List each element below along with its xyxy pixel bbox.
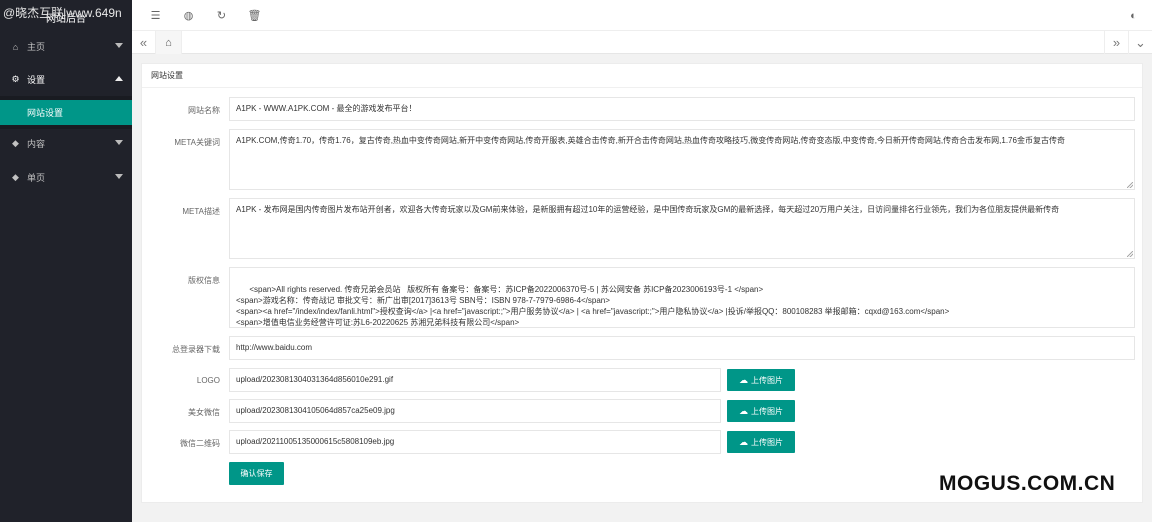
field-label: 版权信息	[188, 276, 220, 285]
sidebar-item-pages[interactable]: ◆ 单页	[0, 161, 132, 194]
topbar: ☰ ◍ ↻ 🗑 ◐	[132, 0, 1152, 31]
sidebar-item-content[interactable]: ◆ 内容	[0, 127, 132, 160]
tab-home[interactable]: ⌂	[156, 31, 182, 54]
tabs-menu-chevron-icon[interactable]: ⌄	[1128, 31, 1152, 54]
launcher-download-input[interactable]: http://www.baidu.com	[229, 336, 1135, 360]
upload-button-label: 上传图片	[751, 375, 783, 385]
upload-button-label: 上传图片	[751, 406, 783, 416]
globe-icon[interactable]: ◍	[182, 9, 195, 22]
cloud-upload-icon: ☁	[739, 374, 748, 385]
diamond-icon: ◆	[12, 172, 19, 182]
trash-icon[interactable]: 🗑	[248, 9, 262, 22]
meta-description-text: A1PK - 发布网是国内传奇图片发布站开创者，欢迎各大传奇玩家以及GM前来体验…	[236, 205, 1060, 214]
meta-description-textarea[interactable]: A1PK - 发布网是国内传奇图片发布站开创者，欢迎各大传奇玩家以及GM前来体验…	[229, 198, 1135, 259]
upload-wechat-image-button[interactable]: ☁ 上传图片	[727, 400, 795, 422]
meta-keywords-textarea[interactable]: A1PK.COM,传奇1.70，传奇1.76，复古传奇,热血中变传奇网站,新开中…	[229, 129, 1135, 190]
refresh-icon[interactable]: ↻	[215, 9, 228, 22]
upload-logo-button[interactable]: ☁ 上传图片	[727, 369, 795, 391]
field-label: 微信二维码	[180, 439, 220, 448]
sidebar-item-home[interactable]: ⌂ 主页	[0, 30, 132, 63]
field-label: META描述	[182, 207, 220, 216]
meta-keywords-text: A1PK.COM,传奇1.70，传奇1.76，复古传奇,热血中变传奇网站,新开中…	[236, 136, 1065, 145]
sidebar-subitem-site-settings[interactable]: 网站设置	[0, 100, 132, 125]
diamond-icon: ◆	[12, 138, 19, 148]
wechat-qrcode-path-input[interactable]: upload/20211005135000615c5808109eb.jpg	[229, 430, 721, 454]
copyright-text: <span>All rights reserved. 传奇兄弟会员站 版权所有 …	[236, 285, 950, 327]
sidebar-item-label: 内容	[27, 139, 46, 149]
cloud-upload-icon: ☁	[739, 405, 748, 416]
field-label: 网站名称	[188, 106, 220, 115]
tab-bar: « ⌂ » ⌄	[132, 31, 1152, 54]
theme-icon[interactable]: ◐	[1127, 9, 1140, 22]
sidebar: 网站后台 @晓杰互联|www.649n ⌂ 主页 ⚙ 设置 网站设置 ◆ 内容 …	[0, 0, 132, 522]
field-label: META关键词	[174, 138, 220, 147]
copyright-textarea[interactable]: <span>All rights reserved. 传奇兄弟会员站 版权所有 …	[229, 267, 1135, 328]
settings-card: 网站设置 网站名称 A1PK - WWW.A1PK.COM - 最全的游戏发布平…	[141, 63, 1143, 503]
cloud-upload-icon: ☁	[739, 436, 748, 447]
menu-toggle-icon[interactable]: ☰	[149, 9, 162, 22]
sidebar-item-label: 单页	[27, 173, 46, 183]
home-icon: ⌂	[12, 41, 19, 52]
tabs-scroll-left-icon[interactable]: «	[132, 31, 156, 54]
upload-button-label: 上传图片	[751, 437, 783, 447]
save-button[interactable]: 确认保存	[229, 462, 284, 485]
field-label: 美女微信	[188, 408, 220, 417]
sidebar-item-label: 设置	[27, 75, 46, 85]
chevron-down-icon	[115, 174, 123, 179]
tabs-scroll-right-icon[interactable]: »	[1104, 31, 1128, 54]
card-title: 网站设置	[142, 64, 1142, 88]
sidebar-item-label: 主页	[27, 42, 46, 52]
resize-handle-icon[interactable]	[1127, 251, 1133, 257]
chevron-down-icon	[115, 140, 123, 145]
site-watermark: @晓杰互联|www.649n	[3, 6, 122, 20]
site-name-input[interactable]: A1PK - WWW.A1PK.COM - 最全的游戏发布平台！	[229, 97, 1135, 121]
gear-icon: ⚙	[11, 74, 20, 84]
field-label: LOGO	[196, 376, 220, 385]
chevron-up-icon	[115, 76, 123, 81]
chevron-down-icon	[115, 43, 123, 48]
field-label: 总登录器下载	[172, 345, 220, 354]
home-icon: ⌂	[165, 36, 172, 49]
wechat-image-path-input[interactable]: upload/2023081304105064d857ca25e09.jpg	[229, 399, 721, 423]
resize-handle-icon[interactable]	[1127, 182, 1133, 188]
brand-watermark: MOGUS.COM.CN	[939, 472, 1116, 495]
upload-qrcode-button[interactable]: ☁ 上传图片	[727, 431, 795, 453]
logo-path-input[interactable]: upload/20230813040313­64d856010e291.gif	[229, 368, 721, 392]
sidebar-item-settings[interactable]: ⚙ 设置	[0, 63, 132, 96]
